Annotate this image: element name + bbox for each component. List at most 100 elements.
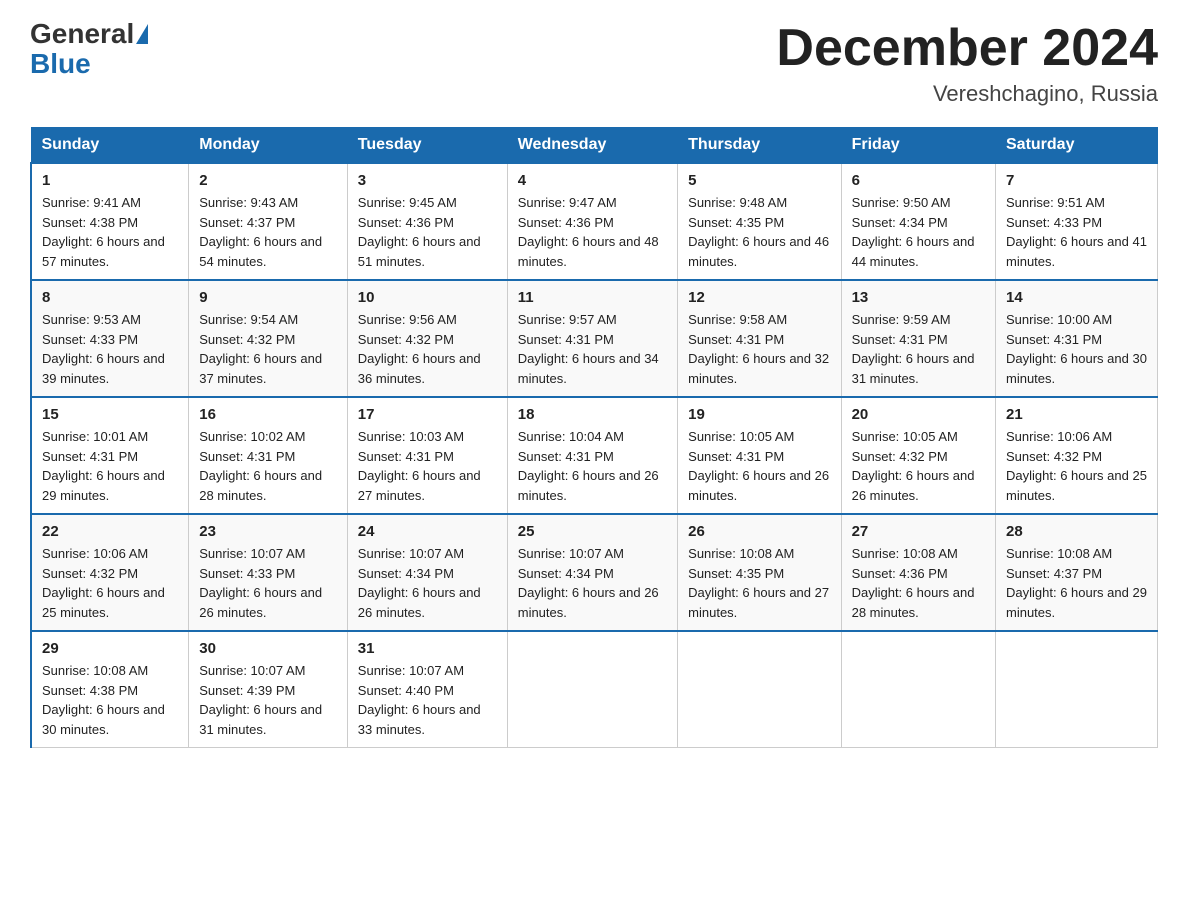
day-number: 23	[199, 523, 337, 540]
day-number: 30	[199, 640, 337, 657]
week-row-4: 22 Sunrise: 10:06 AMSunset: 4:32 PMDayli…	[31, 514, 1158, 631]
day-info: Sunrise: 9:53 AMSunset: 4:33 PMDaylight:…	[42, 310, 178, 388]
day-info: Sunrise: 9:43 AMSunset: 4:37 PMDaylight:…	[199, 193, 337, 271]
table-row: 8 Sunrise: 9:53 AMSunset: 4:33 PMDayligh…	[31, 280, 189, 397]
day-info: Sunrise: 9:56 AMSunset: 4:32 PMDaylight:…	[358, 310, 497, 388]
logo-triangle-icon	[136, 24, 148, 44]
calendar-title: December 2024	[776, 20, 1158, 77]
logo-blue-text: Blue	[30, 48, 91, 79]
day-info: Sunrise: 10:08 AMSunset: 4:35 PMDaylight…	[688, 544, 830, 622]
day-number: 2	[199, 172, 337, 189]
day-info: Sunrise: 10:07 AMSunset: 4:40 PMDaylight…	[358, 661, 497, 739]
page-header: General Blue December 2024 Vereshchagino…	[30, 20, 1158, 107]
day-info: Sunrise: 10:07 AMSunset: 4:39 PMDaylight…	[199, 661, 337, 739]
day-info: Sunrise: 9:57 AMSunset: 4:31 PMDaylight:…	[518, 310, 667, 388]
day-number: 18	[518, 406, 667, 423]
day-number: 25	[518, 523, 667, 540]
table-row: 10 Sunrise: 9:56 AMSunset: 4:32 PMDaylig…	[347, 280, 507, 397]
week-row-1: 1 Sunrise: 9:41 AMSunset: 4:38 PMDayligh…	[31, 163, 1158, 280]
table-row	[841, 631, 995, 748]
day-info: Sunrise: 10:08 AMSunset: 4:37 PMDaylight…	[1006, 544, 1147, 622]
day-info: Sunrise: 10:08 AMSunset: 4:36 PMDaylight…	[852, 544, 985, 622]
week-row-5: 29 Sunrise: 10:08 AMSunset: 4:38 PMDayli…	[31, 631, 1158, 748]
day-number: 5	[688, 172, 830, 189]
table-row: 14 Sunrise: 10:00 AMSunset: 4:31 PMDayli…	[996, 280, 1158, 397]
table-row: 16 Sunrise: 10:02 AMSunset: 4:31 PMDayli…	[189, 397, 348, 514]
day-info: Sunrise: 10:08 AMSunset: 4:38 PMDaylight…	[42, 661, 178, 739]
table-row: 25 Sunrise: 10:07 AMSunset: 4:34 PMDayli…	[507, 514, 677, 631]
day-info: Sunrise: 10:02 AMSunset: 4:31 PMDaylight…	[199, 427, 337, 505]
header-tuesday: Tuesday	[347, 128, 507, 164]
calendar-table: Sunday Monday Tuesday Wednesday Thursday…	[30, 127, 1158, 748]
table-row: 28 Sunrise: 10:08 AMSunset: 4:37 PMDayli…	[996, 514, 1158, 631]
day-number: 1	[42, 172, 178, 189]
header-monday: Monday	[189, 128, 348, 164]
day-info: Sunrise: 9:45 AMSunset: 4:36 PMDaylight:…	[358, 193, 497, 271]
table-row: 19 Sunrise: 10:05 AMSunset: 4:31 PMDayli…	[678, 397, 841, 514]
day-info: Sunrise: 9:58 AMSunset: 4:31 PMDaylight:…	[688, 310, 830, 388]
table-row: 18 Sunrise: 10:04 AMSunset: 4:31 PMDayli…	[507, 397, 677, 514]
table-row: 21 Sunrise: 10:06 AMSunset: 4:32 PMDayli…	[996, 397, 1158, 514]
day-info: Sunrise: 10:07 AMSunset: 4:34 PMDaylight…	[518, 544, 667, 622]
header-sunday: Sunday	[31, 128, 189, 164]
calendar-header-row: Sunday Monday Tuesday Wednesday Thursday…	[31, 128, 1158, 164]
day-info: Sunrise: 10:00 AMSunset: 4:31 PMDaylight…	[1006, 310, 1147, 388]
day-number: 9	[199, 289, 337, 306]
title-block: December 2024 Vereshchagino, Russia	[776, 20, 1158, 107]
table-row	[678, 631, 841, 748]
week-row-3: 15 Sunrise: 10:01 AMSunset: 4:31 PMDayli…	[31, 397, 1158, 514]
logo-general-text: General	[30, 20, 134, 48]
day-info: Sunrise: 9:47 AMSunset: 4:36 PMDaylight:…	[518, 193, 667, 271]
day-number: 22	[42, 523, 178, 540]
week-row-2: 8 Sunrise: 9:53 AMSunset: 4:33 PMDayligh…	[31, 280, 1158, 397]
table-row: 13 Sunrise: 9:59 AMSunset: 4:31 PMDaylig…	[841, 280, 995, 397]
table-row	[996, 631, 1158, 748]
day-info: Sunrise: 10:03 AMSunset: 4:31 PMDaylight…	[358, 427, 497, 505]
table-row: 1 Sunrise: 9:41 AMSunset: 4:38 PMDayligh…	[31, 163, 189, 280]
logo: General Blue	[30, 20, 150, 78]
day-info: Sunrise: 10:05 AMSunset: 4:31 PMDaylight…	[688, 427, 830, 505]
day-number: 4	[518, 172, 667, 189]
day-number: 8	[42, 289, 178, 306]
table-row: 5 Sunrise: 9:48 AMSunset: 4:35 PMDayligh…	[678, 163, 841, 280]
table-row: 29 Sunrise: 10:08 AMSunset: 4:38 PMDayli…	[31, 631, 189, 748]
day-info: Sunrise: 9:51 AMSunset: 4:33 PMDaylight:…	[1006, 193, 1147, 271]
day-info: Sunrise: 9:50 AMSunset: 4:34 PMDaylight:…	[852, 193, 985, 271]
table-row: 3 Sunrise: 9:45 AMSunset: 4:36 PMDayligh…	[347, 163, 507, 280]
day-number: 7	[1006, 172, 1147, 189]
day-number: 28	[1006, 523, 1147, 540]
table-row: 22 Sunrise: 10:06 AMSunset: 4:32 PMDayli…	[31, 514, 189, 631]
day-number: 31	[358, 640, 497, 657]
table-row: 6 Sunrise: 9:50 AMSunset: 4:34 PMDayligh…	[841, 163, 995, 280]
table-row: 31 Sunrise: 10:07 AMSunset: 4:40 PMDayli…	[347, 631, 507, 748]
day-number: 14	[1006, 289, 1147, 306]
day-info: Sunrise: 10:07 AMSunset: 4:34 PMDaylight…	[358, 544, 497, 622]
table-row: 2 Sunrise: 9:43 AMSunset: 4:37 PMDayligh…	[189, 163, 348, 280]
table-row: 15 Sunrise: 10:01 AMSunset: 4:31 PMDayli…	[31, 397, 189, 514]
header-saturday: Saturday	[996, 128, 1158, 164]
day-number: 24	[358, 523, 497, 540]
day-number: 20	[852, 406, 985, 423]
table-row: 9 Sunrise: 9:54 AMSunset: 4:32 PMDayligh…	[189, 280, 348, 397]
calendar-subtitle: Vereshchagino, Russia	[776, 81, 1158, 107]
day-number: 21	[1006, 406, 1147, 423]
table-row: 7 Sunrise: 9:51 AMSunset: 4:33 PMDayligh…	[996, 163, 1158, 280]
table-row: 30 Sunrise: 10:07 AMSunset: 4:39 PMDayli…	[189, 631, 348, 748]
table-row: 27 Sunrise: 10:08 AMSunset: 4:36 PMDayli…	[841, 514, 995, 631]
day-number: 15	[42, 406, 178, 423]
day-number: 29	[42, 640, 178, 657]
day-number: 17	[358, 406, 497, 423]
day-info: Sunrise: 10:07 AMSunset: 4:33 PMDaylight…	[199, 544, 337, 622]
day-info: Sunrise: 9:48 AMSunset: 4:35 PMDaylight:…	[688, 193, 830, 271]
header-friday: Friday	[841, 128, 995, 164]
day-info: Sunrise: 9:54 AMSunset: 4:32 PMDaylight:…	[199, 310, 337, 388]
table-row: 26 Sunrise: 10:08 AMSunset: 4:35 PMDayli…	[678, 514, 841, 631]
day-info: Sunrise: 10:06 AMSunset: 4:32 PMDaylight…	[42, 544, 178, 622]
day-number: 13	[852, 289, 985, 306]
day-number: 3	[358, 172, 497, 189]
table-row: 24 Sunrise: 10:07 AMSunset: 4:34 PMDayli…	[347, 514, 507, 631]
day-number: 16	[199, 406, 337, 423]
table-row: 23 Sunrise: 10:07 AMSunset: 4:33 PMDayli…	[189, 514, 348, 631]
day-number: 10	[358, 289, 497, 306]
day-info: Sunrise: 10:05 AMSunset: 4:32 PMDaylight…	[852, 427, 985, 505]
